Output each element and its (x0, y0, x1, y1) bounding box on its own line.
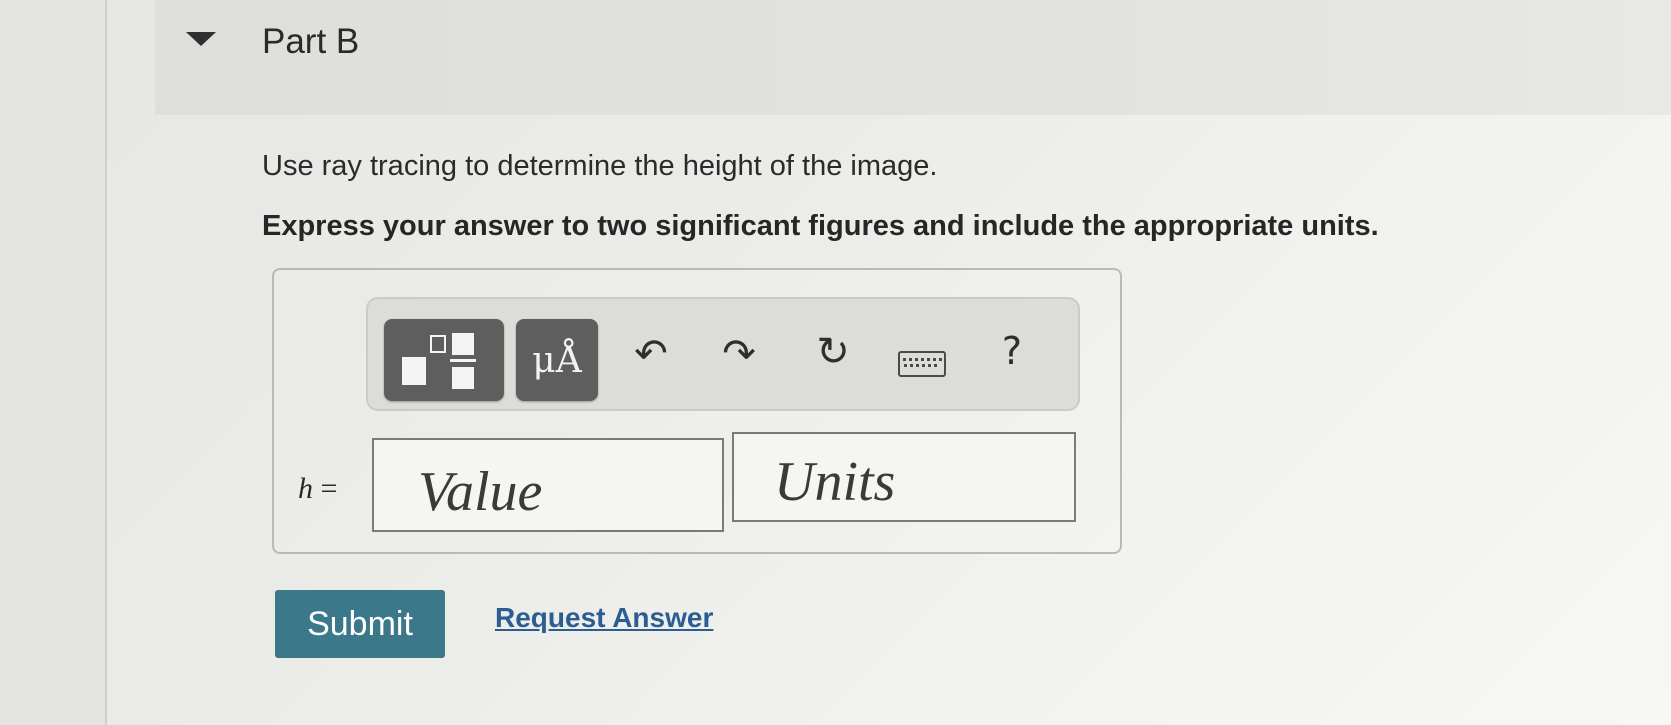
value-input[interactable]: Value (372, 438, 724, 532)
undo-icon[interactable]: ↶ (626, 331, 676, 377)
question-prompt: Use ray tracing to determine the height … (262, 150, 938, 182)
equals-sign: = (320, 472, 338, 505)
request-answer-link[interactable]: Request Answer (495, 602, 713, 634)
keyboard-icon[interactable] (898, 351, 946, 377)
variable-label: h = (298, 472, 337, 506)
units-input[interactable]: Units (732, 432, 1076, 522)
variable-symbol: h (298, 472, 313, 505)
template-button[interactable] (384, 319, 504, 401)
submit-button[interactable]: Submit (275, 590, 445, 658)
help-button[interactable]: ? (992, 329, 1032, 373)
question-instruction: Express your answer to two significant f… (262, 210, 1379, 242)
left-rail (0, 0, 107, 725)
collapse-arrow-icon[interactable] (186, 32, 216, 46)
part-title: Part B (262, 22, 360, 61)
reset-icon[interactable]: ↻ (808, 329, 858, 375)
redo-icon[interactable]: ↷ (714, 331, 764, 377)
part-header (155, 0, 1671, 115)
units-button[interactable]: μÅ (516, 319, 598, 401)
math-toolbar: μÅ ↶ ↷ ↻ ? (366, 297, 1080, 411)
